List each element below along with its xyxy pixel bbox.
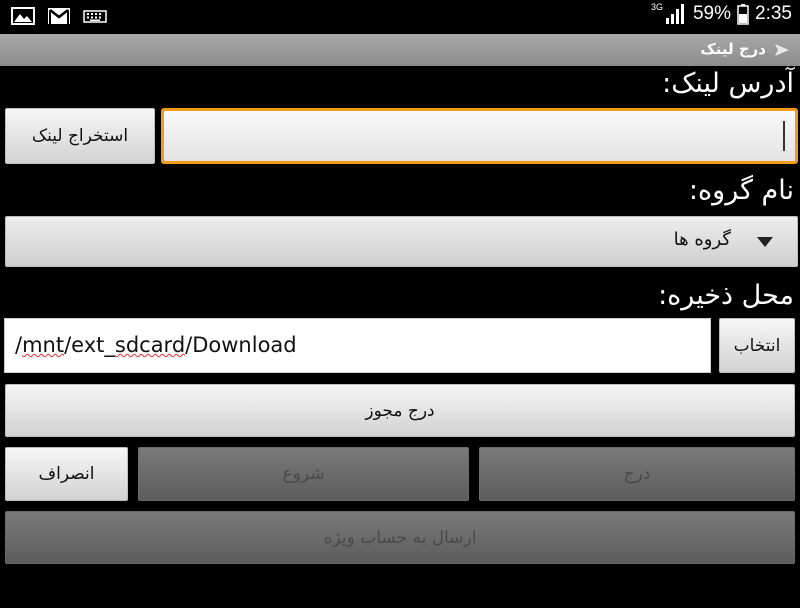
clock: 2:35 [755, 3, 792, 24]
screen: 3G 59% 2:35 درج لینک آدرس لینک: استخراج … [0, 0, 800, 608]
battery-icon [737, 4, 749, 25]
window-title: درج لینک [700, 40, 766, 58]
start-button[interactable]: شروع [138, 447, 469, 501]
save-location-label: محل ذخیره: [658, 280, 794, 311]
keyboard-icon [83, 10, 107, 23]
group-name-label: نام گروه: [688, 175, 794, 206]
dropdown-arrow-icon [757, 237, 773, 247]
cancel-button[interactable]: انصراف [5, 447, 128, 501]
system-status: 3G 59% 2:35 [650, 2, 792, 25]
save-path-input[interactable]: /mnt/ext_sdcard/Download [4, 318, 711, 373]
text-cursor [783, 121, 785, 151]
save-path-value: /mnt/ext_sdcard/Download [15, 333, 297, 357]
link-address-input[interactable] [161, 108, 798, 164]
insert-button[interactable]: درج [479, 447, 795, 501]
status-bar: 3G 59% 2:35 [0, 0, 800, 34]
extract-link-button[interactable]: استخراج لینک [5, 108, 155, 164]
choose-folder-button[interactable]: انتخاب [719, 318, 795, 373]
group-dropdown[interactable]: گروه ها [5, 216, 798, 267]
app-icon [775, 44, 789, 56]
link-address-label: آدرس لینک: [662, 68, 794, 99]
insert-license-button[interactable]: درج مجوز [5, 384, 795, 437]
signal-icon [665, 4, 684, 24]
notification-icons [10, 6, 108, 26]
group-dropdown-value: گروه ها [673, 229, 731, 250]
title-bar: درج لینک [0, 34, 800, 66]
gmail-icon [48, 8, 70, 24]
send-to-special-account-button[interactable]: ارسال به حساب ویژه [5, 511, 795, 564]
gallery-icon [11, 7, 35, 25]
battery-percent: 59% [692, 3, 732, 24]
network-type: 3G [650, 2, 663, 12]
